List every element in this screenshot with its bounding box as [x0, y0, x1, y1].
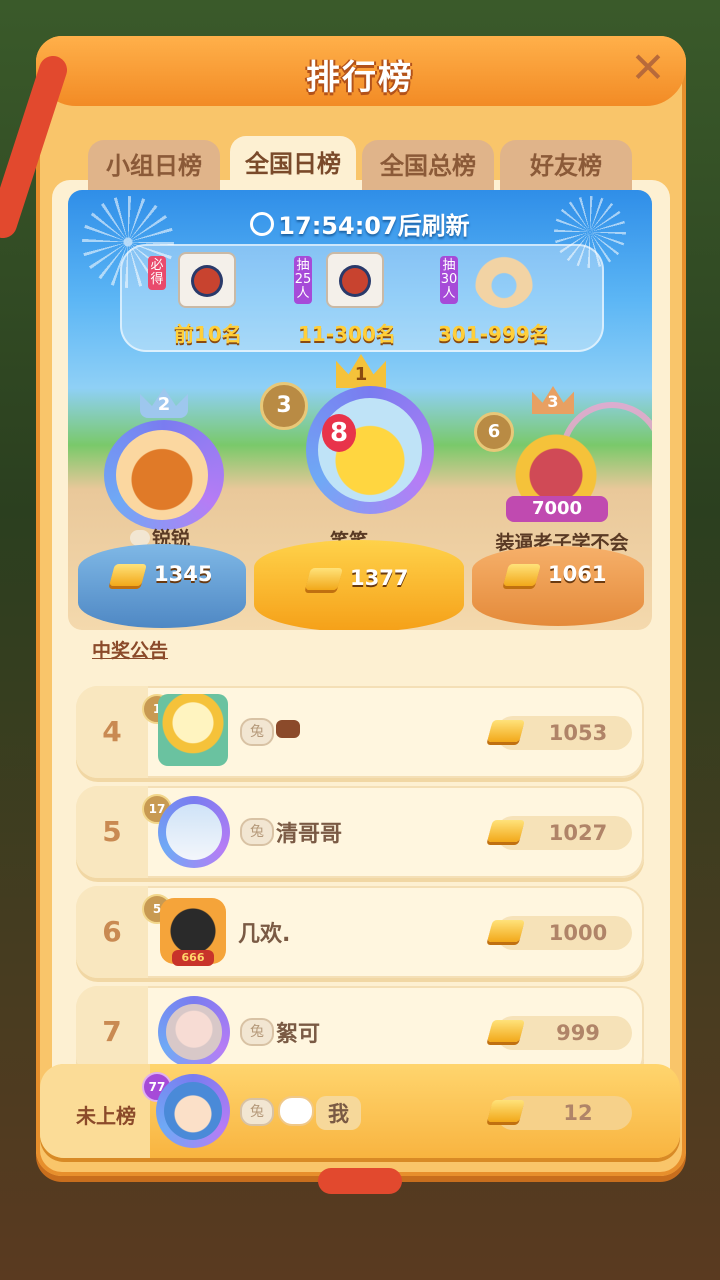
clock-icon [250, 212, 275, 236]
gold-bar-icon [487, 820, 525, 842]
rabbit-icon: 兔 [240, 718, 274, 746]
prize-label: 11-300名 [298, 322, 396, 346]
table-row[interactable]: 5 17 兔 清哥哥 1027 [76, 786, 644, 878]
row-name: 清哥哥 [276, 822, 343, 847]
bunny-pet-icon [278, 1096, 314, 1126]
gold-bar-icon [503, 564, 541, 586]
user-avatar[interactable] [158, 996, 230, 1068]
prize-tag: 抽25人 [294, 256, 312, 304]
level-badge: 3 [260, 382, 308, 430]
row-rank: 6 [102, 915, 122, 948]
level-badge: 6 [474, 412, 514, 452]
podium-second [78, 544, 246, 628]
prize-label: 前10名 [174, 322, 242, 346]
table-row[interactable]: 6 5 666 几欢. 1000 [76, 886, 644, 978]
user-avatar[interactable] [158, 796, 230, 868]
cow-icon [276, 720, 300, 738]
rabbit-icon: 兔 [240, 1098, 274, 1126]
prize-banner[interactable]: 必得 前10名 抽25人 11-300名 抽30人 301-999名 [120, 244, 604, 352]
my-avatar[interactable] [156, 1074, 230, 1148]
row-score: 999 [556, 1021, 600, 1045]
avatar-second[interactable] [104, 420, 224, 530]
crown-rank: 1 [354, 364, 368, 385]
avatar-image [164, 1082, 222, 1140]
tab-group-daily[interactable]: 小组日榜 [88, 140, 220, 192]
my-score: 12 [563, 1101, 593, 1125]
my-name: 我 [316, 1096, 361, 1130]
balloon-badge: 8 [322, 414, 356, 452]
podium-score-second: 1345 [154, 562, 213, 586]
podium-score-third: 1061 [548, 562, 607, 586]
gold-bar-icon [487, 1020, 525, 1042]
avatar-image [166, 804, 222, 860]
close-icon: ✕ [630, 43, 666, 92]
row-score: 1000 [548, 921, 608, 945]
row-score: 1053 [548, 721, 608, 745]
teapot-avatar[interactable] [158, 694, 228, 766]
crown-rank: 2 [157, 394, 171, 415]
gold-bar-icon [487, 920, 525, 942]
prize-tag: 抽30人 [440, 256, 458, 304]
neck-pillow-icon [474, 252, 534, 308]
rabbit-icon: 兔 [240, 1018, 274, 1046]
podium-third [472, 546, 644, 626]
avatar-first[interactable] [306, 386, 434, 514]
frame-plate: 666 [172, 950, 214, 966]
gold-bar-icon [487, 1100, 525, 1122]
tote-bag-icon [326, 252, 384, 308]
row-name: 絮可 [276, 1022, 321, 1047]
gold-bar-icon [305, 568, 343, 590]
page-title: 排行榜 [306, 58, 414, 98]
close-button[interactable]: ✕ [624, 44, 672, 92]
rabbit-icon: 兔 [240, 818, 274, 846]
row-rank: 5 [102, 815, 122, 848]
podium-scene: 17:54:07后刷新 必得 前10名 抽25人 11-300名 抽30人 30… [68, 190, 652, 630]
avatar-image [166, 1004, 222, 1060]
row-score: 1027 [548, 821, 608, 845]
podium-score-first: 1377 [350, 566, 409, 590]
tab-national-daily[interactable]: 全国日榜 [230, 136, 356, 192]
prize-tag: 必得 [148, 256, 166, 290]
announcement-link[interactable]: 中奖公告 [92, 636, 168, 663]
my-rank-label: 未上榜 [76, 1104, 136, 1128]
tote-bag-icon [178, 252, 236, 308]
ribbon-decoration [318, 1168, 402, 1194]
frame-plate: 7000 [506, 496, 608, 522]
refresh-text: 17:54:07后刷新 [278, 212, 470, 240]
gold-bar-icon [109, 564, 147, 586]
gold-bar-icon [487, 720, 525, 742]
crown-rank: 3 [547, 392, 559, 411]
prize-label: 301-999名 [438, 322, 550, 346]
row-name: 几欢. [238, 922, 291, 947]
bear-avatar [116, 430, 208, 520]
tab-friends[interactable]: 好友榜 [500, 140, 632, 192]
tab-national-total[interactable]: 全国总榜 [362, 140, 494, 192]
user-avatar[interactable]: 666 [160, 898, 226, 966]
table-row[interactable]: 4 1 兔 1053 [76, 686, 644, 778]
row-rank: 4 [102, 715, 122, 748]
